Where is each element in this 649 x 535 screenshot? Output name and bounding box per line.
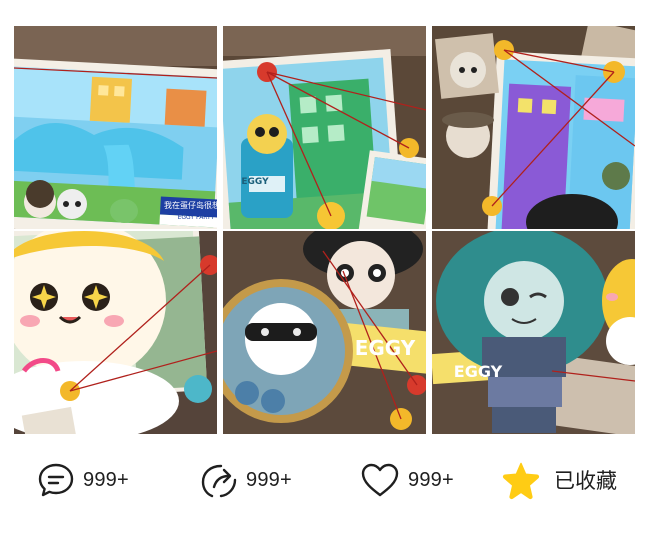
action-bar: 999+ 999+ 999+ 已收藏: [0, 455, 649, 505]
gallery-image-2[interactable]: EGGY: [223, 26, 426, 229]
comment-icon: [38, 463, 74, 497]
gallery-image-1-art: 我在蛋仔岛很想你 EGGY PARTY: [14, 26, 217, 229]
image-grid: 我在蛋仔岛很想你 EGGY PARTY: [14, 26, 636, 434]
comment-button[interactable]: 999+: [36, 455, 129, 505]
tile-2-label: EGGY: [241, 177, 269, 187]
tile-6-banner-text: EGGY: [454, 362, 503, 381]
heart-icon: [361, 463, 399, 497]
like-button[interactable]: 999+: [359, 455, 454, 505]
gallery-image-6-art: EGGY: [432, 231, 635, 434]
share-count: 999+: [246, 468, 292, 491]
comment-count: 999+: [83, 468, 129, 491]
favorite-label: 已收藏: [554, 469, 617, 493]
gallery-image-2-art: EGGY: [223, 26, 426, 229]
tile-5-banner-text: EGGY: [355, 336, 416, 360]
favorite-button[interactable]: 已收藏: [500, 455, 617, 505]
share-button[interactable]: 999+: [199, 455, 292, 505]
gallery-image-5-art: EGGY: [223, 231, 426, 434]
star-icon: [502, 462, 540, 500]
tile-1-sign-subtext: EGGY PARTY: [178, 214, 215, 221]
gallery-image-4-art: [14, 231, 217, 434]
gallery-image-5[interactable]: EGGY: [223, 231, 426, 434]
gallery-image-1[interactable]: 我在蛋仔岛很想你 EGGY PARTY: [14, 26, 217, 229]
gallery-image-3[interactable]: [432, 26, 635, 229]
gallery-image-4[interactable]: [14, 231, 217, 434]
share-icon: [201, 464, 237, 498]
tile-1-sign-text: 我在蛋仔岛很想你: [164, 200, 217, 210]
like-count: 999+: [408, 468, 454, 491]
gallery-image-6[interactable]: EGGY: [432, 231, 635, 434]
gallery-image-3-art: [432, 26, 635, 229]
